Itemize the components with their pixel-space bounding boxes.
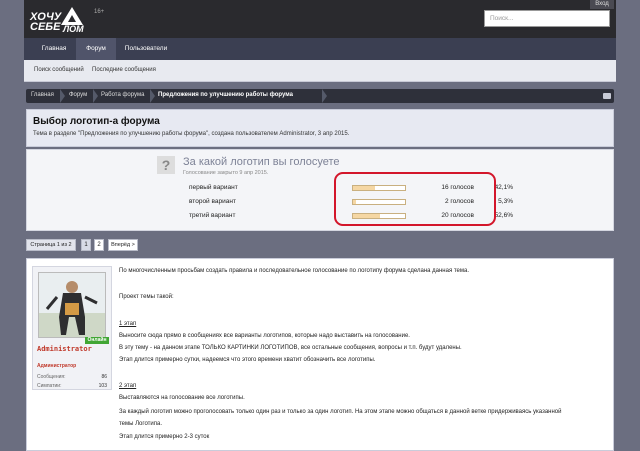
thread-description: Тема в разделе "Предложения по улучшению… [33,131,350,137]
breadcrumb-separator [150,89,155,103]
thread-header: Выбор логотип-а форума Тема в разделе "П… [26,109,614,147]
poll-option-label: третий вариант [189,212,236,219]
breadcrumb-current[interactable]: Предложения по улучшению работы форума [158,92,293,98]
post-paragraph: Проект темы такой: [119,294,174,300]
site-header: ХОЧУ СЕБЕ ЛОМ 16+ Вход Поиск... [24,0,616,38]
breadcrumb-forum[interactable]: Форум [69,92,87,98]
highlight-annotation [334,172,496,226]
page-1-link[interactable]: 1 [81,239,91,251]
forum-page: ХОЧУ СЕБЕ ЛОМ 16+ Вход Поиск... Главная … [24,0,616,451]
first-post: Онлайн Administrator Администратор Сообщ… [26,258,614,451]
breadcrumb-separator [322,89,327,103]
post-paragraph: темы Логотипа. [119,421,163,427]
avatar-image [39,273,105,337]
tab-forum[interactable]: Форум [76,38,116,60]
page-2-link[interactable]: 2 [94,239,104,251]
poll-status: Голосование закрыто 9 апр 2015. [183,170,269,176]
poll-question: За какой логотип вы голосуете [183,156,340,168]
post-paragraph: За каждый логотип можно проголосовать то… [119,409,562,415]
username[interactable]: Administrator [37,346,111,353]
stat-messages-label: Сообщения: [37,374,66,380]
main-nav: Главная Форум Пользователи [24,38,616,60]
post-paragraph: Этап длится примерно сутки, надеемся что… [119,357,376,363]
search-input[interactable]: Поиск... [484,10,610,27]
post-heading-stage1: 1 этап [119,321,137,327]
site-logo[interactable]: ХОЧУ СЕБЕ ЛОМ 16+ [30,4,104,36]
tab-home[interactable]: Главная [32,38,76,60]
sub-nav: Поиск сообщений Последние сообщения [24,60,616,82]
page-info: Страница 1 из 2 [26,239,76,251]
tab-users[interactable]: Пользователи [118,38,174,60]
author-panel: Онлайн Administrator Администратор Сообщ… [32,266,112,390]
post-paragraph: Выставляются на голосование все логотипы… [119,395,245,401]
post-heading-stage2: 2 этап [119,383,137,389]
poll-block: ? За какой логотип вы голосуете Голосова… [26,149,614,231]
post-paragraph: В эту тему - на данном этапе ТОЛЬКО КАРТ… [119,345,462,351]
user-title: Администратор [37,363,77,369]
poll-option-label: первый вариант [189,184,238,191]
rss-icon[interactable] [603,93,611,99]
poll-option-label: второй вариант [189,198,236,205]
stat-messages-value: 86 [101,374,107,380]
next-page-button[interactable]: Вперёд > [108,239,138,251]
age-rating: 16+ [94,9,105,15]
post-paragraph: По многочисленным просьбам создать прави… [119,268,470,274]
post-paragraph: Этап длится примерно 2-3 суток [119,434,210,440]
avatar[interactable] [38,272,106,338]
subnav-recent-posts[interactable]: Последние сообщения [92,67,156,73]
question-mark-icon: ? [157,156,175,174]
logo-a-glyph [61,7,83,25]
logo-line2: СЕБЕ [30,21,61,33]
subnav-search-posts[interactable]: Поиск сообщений [34,67,84,73]
login-button[interactable]: Вход [590,0,614,9]
breadcrumb-separator [93,89,98,103]
stat-likes-value: 103 [98,383,107,389]
breadcrumb-separator [60,89,65,103]
breadcrumb-home[interactable]: Главная [31,92,54,98]
breadcrumb: Главная Форум Работа форума Предложения … [26,89,614,103]
stat-likes-label: Симпатии: [37,383,62,389]
online-badge: Онлайн [85,337,109,344]
page-title: Выбор логотип-а форума [33,116,160,127]
breadcrumb-forum-work[interactable]: Работа форума [101,92,144,98]
post-paragraph: Выносите сюда прямо в сообщениях все вар… [119,333,410,339]
